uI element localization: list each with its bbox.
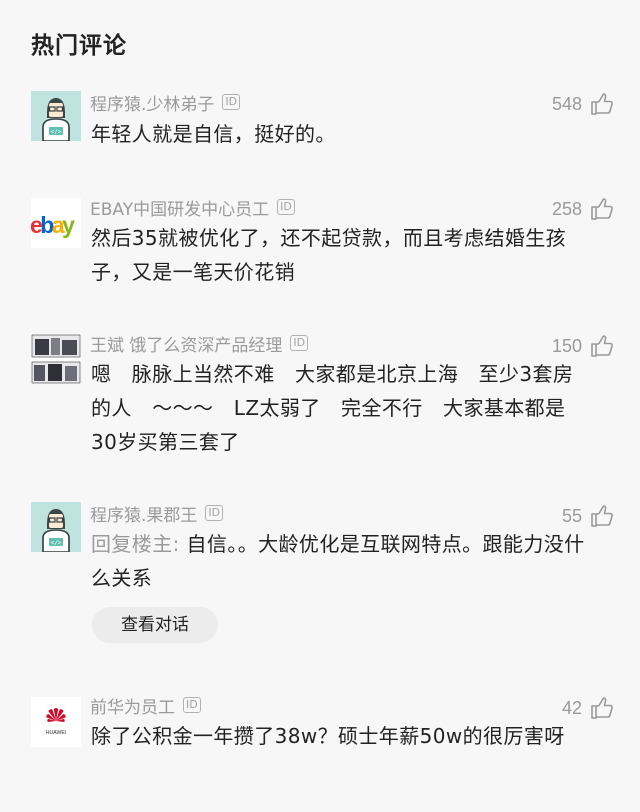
avatar[interactable]: </> [31,91,81,141]
id-badge: ID [183,697,201,713]
huawei-wordmark: HUAWEI [46,730,67,736]
id-badge: ID [290,335,309,351]
like-count: 258 [551,198,582,219]
like-count: 42 [561,697,582,718]
comment-text: 回复楼主: 自信。。大龄优化是互联网特点。跟能力没什么关系 [91,527,586,595]
thumbs-up-icon [591,505,613,527]
ebay-letter-y: y [62,212,75,238]
comment-text: 嗯 脉脉上当然不难 大家都是北京上海 至少3套房的人 ～～～ LZ太弱了 完全不… [91,362,574,454]
comment-text: 然后35就被优化了，还不起贷款，而且考虑结婚生孩子，又是一笔天价花销 [91,226,567,284]
like-count: 55 [561,505,582,526]
thumbs-up-icon [591,93,613,115]
id-badge: ID [277,199,295,215]
author-name[interactable]: 前华为员工 [90,693,175,718]
like-button[interactable]: 55 [562,503,614,529]
author-name[interactable]: 程序猿.少林弟子 [90,90,214,115]
author-row: 程序猿.果郡王 ID [90,501,224,526]
svg-text:</>: </> [51,540,62,547]
thumbs-up-icon [591,198,613,220]
id-badge: ID [205,505,224,521]
svg-text:ebay: ebay [31,212,75,238]
comment-text: 除了公积金一年攒了38w？硕士年薪50w的很厉害呀 [91,724,565,748]
thumbs-up-icon [591,335,613,357]
programmer-avatar-icon: </> [31,91,81,141]
like-button[interactable]: 258 [552,196,614,222]
reply-prefix: 回复楼主: [91,532,180,556]
huawei-logo-icon: HUAWEI [46,708,67,736]
author-row: EBAY中国研发中心员工 ID [90,195,295,220]
ebay-logo-icon: ebay [31,212,78,238]
avatar[interactable]: </> [31,502,81,552]
page-title: 热门评论 [31,33,127,59]
author-name[interactable]: 王斌 饿了么资深产品经理 [90,331,282,356]
like-count: 150 [551,335,582,356]
author-row: 程序猿.少林弟子 ID [90,90,241,115]
photo-collage-avatar-icon [31,334,81,384]
svg-text:</>: </> [51,129,62,136]
id-badge: ID [222,94,241,110]
avatar[interactable]: HUAWEI [31,697,81,747]
comment-text: 年轻人就是自信，挺好的。 [91,122,336,146]
programmer-avatar-icon: </> [31,502,81,552]
view-conversation-button[interactable]: 查看对话 [92,607,218,643]
author-name[interactable]: 程序猿.果郡王 [90,501,197,526]
author-name[interactable]: EBAY中国研发中心员工 [90,195,269,220]
like-button[interactable]: 42 [562,695,614,721]
avatar[interactable]: ebay [31,198,81,248]
avatar[interactable] [31,334,81,384]
like-count: 548 [551,93,582,114]
like-button[interactable]: 150 [552,333,614,359]
author-row: 王斌 饿了么资深产品经理 ID [90,331,309,356]
thumbs-up-icon [591,697,613,719]
like-button[interactable]: 548 [552,91,614,117]
author-row: 前华为员工 ID [90,693,201,718]
